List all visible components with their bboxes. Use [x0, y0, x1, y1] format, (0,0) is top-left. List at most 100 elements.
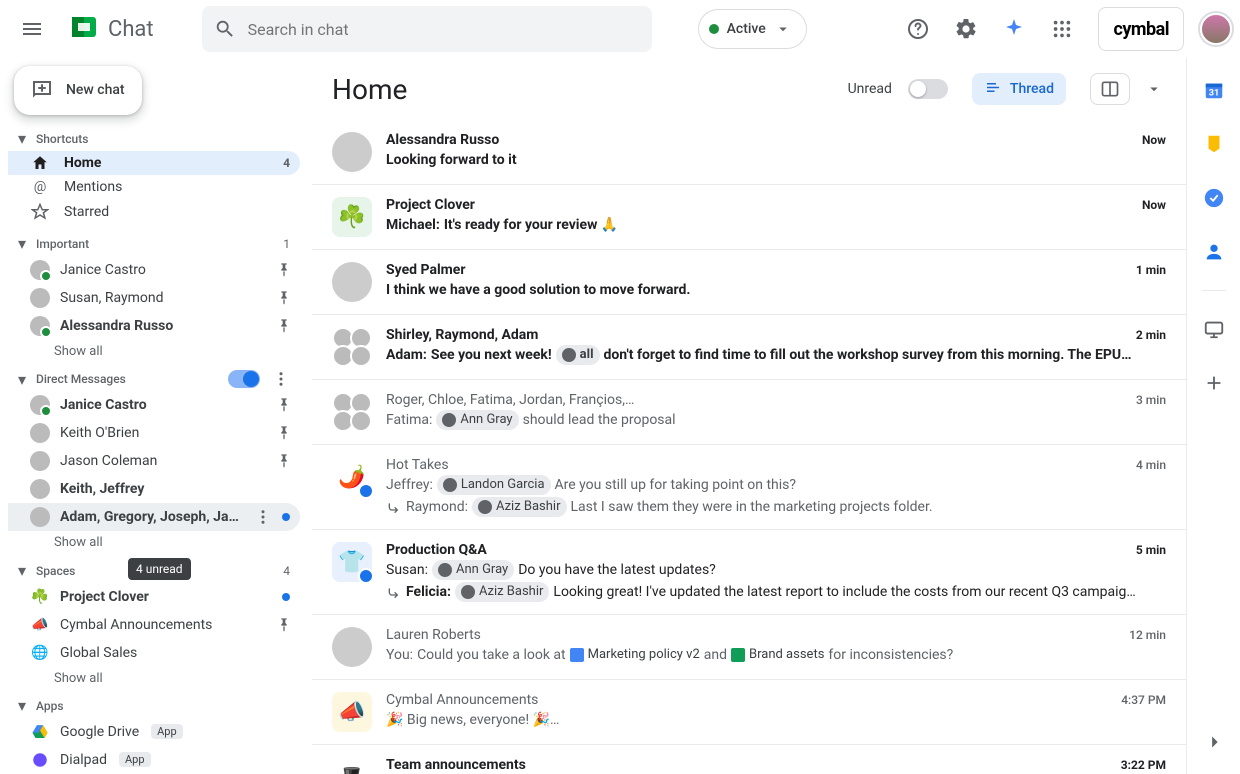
dm-item[interactable]: Keith, Jeffrey	[8, 475, 300, 503]
app-item[interactable]: Google DriveApp	[8, 718, 300, 746]
thread-row[interactable]: Roger, Chloe, Fatima, Jordan, Françios,……	[312, 380, 1186, 445]
tasks-icon	[1203, 187, 1225, 209]
avatar	[30, 395, 50, 415]
thread-row[interactable]: 🎩Team announcements3:22 PMLarry: We're h…	[312, 745, 1186, 774]
thread-filter-chip[interactable]: Thread	[972, 73, 1066, 105]
section-spaces-count: 4	[283, 564, 290, 578]
rail-tasks[interactable]	[1194, 178, 1234, 218]
spaces-show-all[interactable]: Show all	[8, 667, 300, 694]
important-item[interactable]: Susan, Raymond	[8, 284, 300, 312]
rail-add[interactable]	[1194, 363, 1234, 403]
menu-button[interactable]	[8, 5, 56, 53]
svg-text:31: 31	[1208, 89, 1219, 99]
thread-snippet: You: Could you take a look at Marketing …	[386, 645, 1166, 665]
chat-logo-icon	[64, 9, 104, 49]
rail-whiteboard[interactable]	[1194, 309, 1234, 349]
conversation-name: Keith, Jeffrey	[60, 481, 292, 497]
thread-body: Team announcements3:22 PMLarry: We're ha…	[386, 757, 1166, 774]
doc-chip[interactable]: Marketing policy v2	[570, 645, 700, 665]
space-name: Global Sales	[60, 645, 292, 661]
apps-button[interactable]	[1042, 9, 1082, 49]
thread-space-avatar: 🌶️	[332, 457, 372, 497]
view-options-button[interactable]	[1142, 73, 1166, 105]
thread-time: 3:22 PM	[1121, 758, 1166, 772]
app-chip: App	[119, 752, 151, 767]
app-icon	[30, 722, 50, 742]
more-vert-icon[interactable]	[272, 370, 290, 388]
thread-row[interactable]: Lauren Roberts12 minYou: Could you take …	[312, 615, 1186, 680]
mention-chip[interactable]: all	[556, 345, 600, 365]
thread-body: Project CloverNowMichael: It's ready for…	[386, 197, 1166, 237]
thread-space-avatar: 📣	[332, 692, 372, 732]
dm-item[interactable]: Keith O'Brien	[8, 419, 300, 447]
thread-row[interactable]: Syed Palmer1 minI think we have a good s…	[312, 250, 1186, 315]
nav-home[interactable]: Home 4	[8, 151, 300, 175]
dm-show-all[interactable]: Show all	[8, 531, 300, 558]
mention-avatar-icon	[443, 478, 457, 492]
thread-row[interactable]: 🌶️Hot Takes4 minJeffrey: Landon Garcia A…	[312, 445, 1186, 530]
space-item[interactable]: 📣Cymbal Announcements	[8, 611, 300, 639]
section-dm-header[interactable]: ▾ Direct Messages	[8, 367, 300, 391]
section-apps-header[interactable]: ▾ Apps	[8, 694, 300, 718]
chevron-down-icon	[774, 20, 792, 38]
thread-row[interactable]: 📣Cymbal Announcements4:37 PM🎉 Big news, …	[312, 680, 1186, 745]
section-shortcuts-header[interactable]: ▾ Shortcuts	[8, 127, 300, 151]
rail-contacts[interactable]	[1194, 232, 1234, 272]
thread-row[interactable]: ☘️Project CloverNowMichael: It's ready f…	[312, 185, 1186, 250]
caret-down-icon: ▾	[14, 236, 30, 252]
space-item[interactable]: 🌐Global Sales	[8, 639, 300, 667]
app-item[interactable]: DialpadApp	[8, 746, 300, 774]
account-avatar[interactable]	[1200, 13, 1232, 45]
app-logo[interactable]: Chat	[64, 9, 154, 49]
thread-row[interactable]: 👕Production Q&A5 minSusan: Ann Gray Do y…	[312, 530, 1186, 615]
section-important-header[interactable]: ▾ Important 1	[8, 232, 300, 256]
gemini-button[interactable]	[994, 9, 1034, 49]
dm-item[interactable]: Adam, Gregory, Joseph, Janice	[8, 503, 300, 531]
mention-chip[interactable]: Ann Gray	[432, 560, 514, 580]
mention-chip[interactable]: Ann Gray	[436, 410, 518, 430]
thread-title: Lauren Roberts	[386, 627, 481, 643]
thread-row[interactable]: Alessandra RussoNowLooking forward to it	[312, 120, 1186, 185]
help-icon	[906, 17, 930, 41]
nav-starred[interactable]: Starred	[8, 199, 300, 223]
avatar	[30, 288, 50, 308]
help-button[interactable]	[898, 9, 938, 49]
app-name: Chat	[108, 17, 154, 42]
thread-body: Lauren Roberts12 minYou: Could you take …	[386, 627, 1166, 667]
dm-item[interactable]: Janice Castro	[8, 391, 300, 419]
sheet-chip[interactable]: Brand assets	[731, 645, 824, 665]
status-chip[interactable]: Active	[698, 9, 807, 49]
mention-chip[interactable]: Aziz Bashir	[472, 497, 566, 517]
rail-keep[interactable]	[1194, 124, 1234, 164]
rail-calendar[interactable]: 31	[1194, 70, 1234, 110]
settings-button[interactable]	[946, 9, 986, 49]
thread-avatar	[332, 132, 372, 172]
conversation-name: Janice Castro	[60, 262, 266, 278]
new-chat-button[interactable]: New chat	[14, 66, 142, 115]
avatar	[30, 423, 50, 443]
more-vert-icon[interactable]	[254, 508, 272, 526]
avatar	[30, 479, 50, 499]
space-emoji-icon: 📣	[30, 615, 50, 635]
view-toggle-button[interactable]	[1090, 73, 1130, 105]
mention-chip[interactable]: Aziz Bashir	[455, 582, 549, 602]
thread-group-avatar	[332, 327, 372, 367]
dm-item[interactable]: Jason Coleman	[8, 447, 300, 475]
important-item[interactable]: Janice Castro	[8, 256, 300, 284]
rail-collapse[interactable]	[1194, 722, 1234, 762]
space-item[interactable]: ☘️Project Clover	[8, 583, 300, 611]
search-input[interactable]	[248, 20, 640, 39]
thread-row[interactable]: Shirley, Raymond, Adam2 minAdam: See you…	[312, 315, 1186, 380]
mention-chip[interactable]: Landon Garcia	[437, 475, 551, 495]
workspace-brand[interactable]: cymbal	[1098, 7, 1184, 51]
important-show-all[interactable]: Show all	[8, 340, 300, 367]
space-badge-icon	[358, 568, 374, 584]
app-name: Google Drive	[60, 724, 139, 740]
search-bar[interactable]	[202, 6, 652, 52]
hamburger-icon	[20, 17, 44, 41]
dm-toggle[interactable]	[228, 370, 260, 388]
important-item[interactable]: Alessandra Russo	[8, 312, 300, 340]
unread-filter-toggle[interactable]	[908, 79, 948, 99]
nav-mentions[interactable]: @ Mentions	[8, 175, 300, 199]
snippet-prefix: Susan:	[386, 560, 428, 580]
